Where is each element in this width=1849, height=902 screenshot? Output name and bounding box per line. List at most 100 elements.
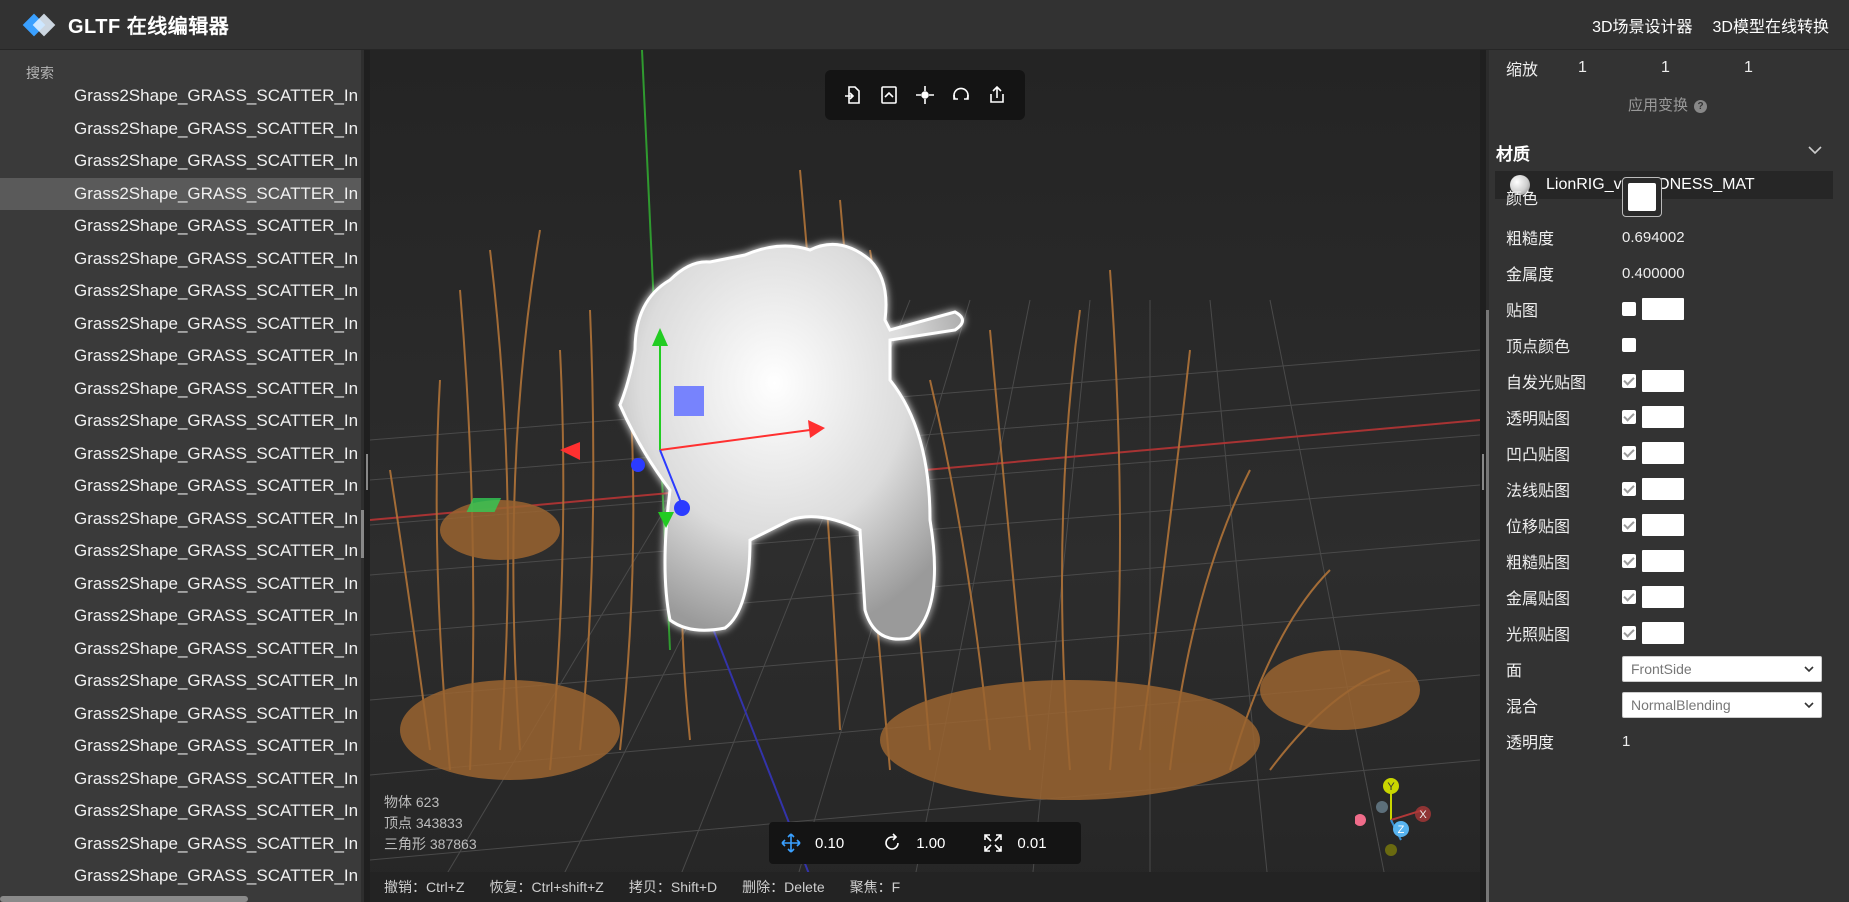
prop-emissive-map: 自发光贴图 xyxy=(1506,363,1846,399)
map-label: 贴图 xyxy=(1506,303,1539,320)
rotate-snap-value[interactable]: 1.00 xyxy=(916,835,945,852)
normal-map-texture-slot[interactable] xyxy=(1642,478,1684,500)
tree-item[interactable]: Grass2Shape_GRASS_SCATTER_In xyxy=(0,113,362,146)
metalness-map-checkbox[interactable] xyxy=(1622,590,1636,604)
tree-item[interactable]: Grass2Shape_GRASS_SCATTER_In xyxy=(0,503,362,536)
logo[interactable]: GLTF 在线编辑器 xyxy=(22,9,229,41)
blending-select-value: NormalBlending xyxy=(1631,697,1731,713)
properties-panel: 缩放 1 1 1 应用变换? 材质 LionRIG_v02:LIONESS_MA… xyxy=(1486,50,1849,902)
tree-item[interactable]: Grass2Shape_GRASS_SCATTER_In xyxy=(0,470,362,503)
chevron-down-icon xyxy=(1804,702,1814,709)
gizmo-y-label: Y xyxy=(1387,781,1395,793)
scale-snap[interactable]: 0.01 xyxy=(983,833,1047,853)
tree-item[interactable]: Grass2Shape_GRASS_SCATTER_In xyxy=(0,633,362,666)
prop-roughness-map: 粗糙贴图 xyxy=(1506,543,1846,579)
opacity-input[interactable]: 1 xyxy=(1622,733,1630,750)
tree-item[interactable]: Grass2Shape_GRASS_SCATTER_In xyxy=(0,665,362,698)
share-icon[interactable] xyxy=(983,81,1011,109)
apply-transform-button[interactable]: 应用变换? xyxy=(1486,94,1849,115)
prop-blending: 混合 NormalBlending xyxy=(1506,687,1846,723)
roughness-map-checkbox[interactable] xyxy=(1622,554,1636,568)
tree-item[interactable]: Grass2Shape_GRASS_SCATTER_In xyxy=(0,698,362,731)
tree-item[interactable]: Grass2Shape_GRASS_SCATTER_In xyxy=(0,275,362,308)
roughness-input[interactable]: 0.694002 xyxy=(1622,229,1685,246)
logo-icon xyxy=(22,9,56,41)
help-icon[interactable]: ? xyxy=(1694,100,1707,113)
tree-item[interactable]: Grass2Shape_GRASS_SCATTER_In xyxy=(0,730,362,763)
tree-item[interactable]: Grass2Shape_GRASS_SCATTER_In xyxy=(0,340,362,373)
tree-item[interactable]: Grass2Shape_GRASS_SCATTER_In xyxy=(0,535,362,568)
tree-item[interactable]: Grass2Shape_GRASS_SCATTER_In xyxy=(0,145,362,178)
rotate-snap[interactable]: 1.00 xyxy=(882,833,945,853)
tree-item[interactable]: Grass2Shape_GRASS_SCATTER_In xyxy=(0,860,362,893)
import-icon[interactable] xyxy=(839,81,867,109)
scene-designer-link[interactable]: 3D场景设计器 xyxy=(1592,13,1692,37)
bump-map-texture-slot[interactable] xyxy=(1642,442,1684,464)
translate-snap[interactable]: 0.10 xyxy=(781,833,844,853)
scale-x-input[interactable]: 1 xyxy=(1578,59,1661,77)
displacement-map-texture-slot[interactable] xyxy=(1642,514,1684,536)
light-map-label: 光照贴图 xyxy=(1506,627,1571,644)
tree-item[interactable]: Grass2Shape_GRASS_SCATTER_In xyxy=(0,308,362,341)
orientation-gizmo[interactable]: Y X Z xyxy=(1354,770,1455,873)
tree-item[interactable]: Grass2Shape_GRASS_SCATTER_In xyxy=(0,568,362,601)
displacement-map-checkbox[interactable] xyxy=(1622,518,1636,532)
tree-item[interactable]: Grass2Shape_GRASS_SCATTER_In xyxy=(0,405,362,438)
lioness-model[interactable] xyxy=(618,242,964,641)
export-file-icon[interactable] xyxy=(875,81,903,109)
app-title: GLTF 在线编辑器 xyxy=(68,16,230,38)
header-nav: 3D场景设计器 3D模型在线转换 xyxy=(1592,0,1829,50)
prop-opacity: 透明度 1 xyxy=(1506,723,1846,759)
snap-settings-bar: 0.10 1.00 0.01 xyxy=(769,822,1081,864)
properties-scrollbar[interactable] xyxy=(1486,50,1489,902)
gizmo-x-label: X xyxy=(1419,809,1427,821)
blending-select[interactable]: NormalBlending xyxy=(1622,692,1822,718)
scale-snap-value[interactable]: 0.01 xyxy=(1017,835,1046,852)
tree-item[interactable]: Grass2Shape_GRASS_SCATTER_In xyxy=(0,828,362,861)
normal-map-checkbox[interactable] xyxy=(1622,482,1636,496)
tree-item[interactable]: Grass2Shape_GRASS_SCATTER_In xyxy=(0,210,362,243)
emissive-map-texture-slot[interactable] xyxy=(1642,370,1684,392)
alpha-map-checkbox[interactable] xyxy=(1622,410,1636,424)
reset-view-icon[interactable] xyxy=(947,81,975,109)
side-select[interactable]: FrontSide xyxy=(1622,656,1822,682)
prop-vertex-colors: 顶点颜色 xyxy=(1506,327,1846,363)
light-map-texture-slot[interactable] xyxy=(1642,622,1684,644)
color-picker[interactable] xyxy=(1622,177,1662,217)
map-checkbox[interactable] xyxy=(1622,302,1636,316)
model-converter-link[interactable]: 3D模型在线转换 xyxy=(1713,13,1829,37)
tree-item[interactable]: Grass2Shape_GRASS_SCATTER_In xyxy=(0,373,362,406)
tree-item[interactable]: Grass2Shape_GRASS_SCATTER_In xyxy=(0,600,362,633)
tree-item[interactable]: Grass2Shape_GRASS_SCATTER_In xyxy=(0,177,362,210)
color-label: 颜色 xyxy=(1506,191,1539,208)
roughness-label: 粗糙度 xyxy=(1506,231,1555,248)
map-texture-slot[interactable] xyxy=(1642,298,1684,320)
metalness-input[interactable]: 0.400000 xyxy=(1622,265,1685,282)
vertex-colors-checkbox[interactable] xyxy=(1622,338,1636,352)
blending-label: 混合 xyxy=(1506,699,1539,716)
opacity-label: 透明度 xyxy=(1506,735,1555,752)
3d-viewport[interactable]: 物体 623 顶点 343833 三角形 387863 0.10 1.00 0.… xyxy=(370,50,1480,902)
bump-map-checkbox[interactable] xyxy=(1622,446,1636,460)
emissive-map-label: 自发光贴图 xyxy=(1506,375,1587,392)
emissive-map-checkbox[interactable] xyxy=(1622,374,1636,388)
focus-icon[interactable] xyxy=(911,81,939,109)
chevron-down-icon[interactable] xyxy=(1808,142,1822,158)
tree-item[interactable]: Grass2Shape_GRASS_SCATTER_In xyxy=(0,80,362,113)
scale-z-input[interactable]: 1 xyxy=(1744,59,1827,77)
prop-alpha-map: 透明贴图 xyxy=(1506,399,1846,435)
scale-y-input[interactable]: 1 xyxy=(1661,59,1744,77)
metalness-map-texture-slot[interactable] xyxy=(1642,586,1684,608)
tree-item[interactable]: Grass2Shape_GRASS_SCATTER_In xyxy=(0,243,362,276)
tree-item[interactable]: Grass2Shape_GRASS_SCATTER_In xyxy=(0,438,362,471)
alpha-map-texture-slot[interactable] xyxy=(1642,406,1684,428)
tree-horizontal-scrollbar[interactable] xyxy=(0,896,248,902)
roughness-map-texture-slot[interactable] xyxy=(1642,550,1684,572)
tree-item[interactable]: Grass2Shape_GRASS_SCATTER_In xyxy=(0,763,362,796)
translate-snap-value[interactable]: 0.10 xyxy=(815,835,844,852)
tree-item[interactable]: Grass2Shape_GRASS_SCATTER_In xyxy=(0,795,362,828)
displacement-map-label: 位移贴图 xyxy=(1506,519,1571,536)
scene-render[interactable] xyxy=(370,50,1480,902)
scale-icon xyxy=(984,834,1003,852)
light-map-checkbox[interactable] xyxy=(1622,626,1636,640)
